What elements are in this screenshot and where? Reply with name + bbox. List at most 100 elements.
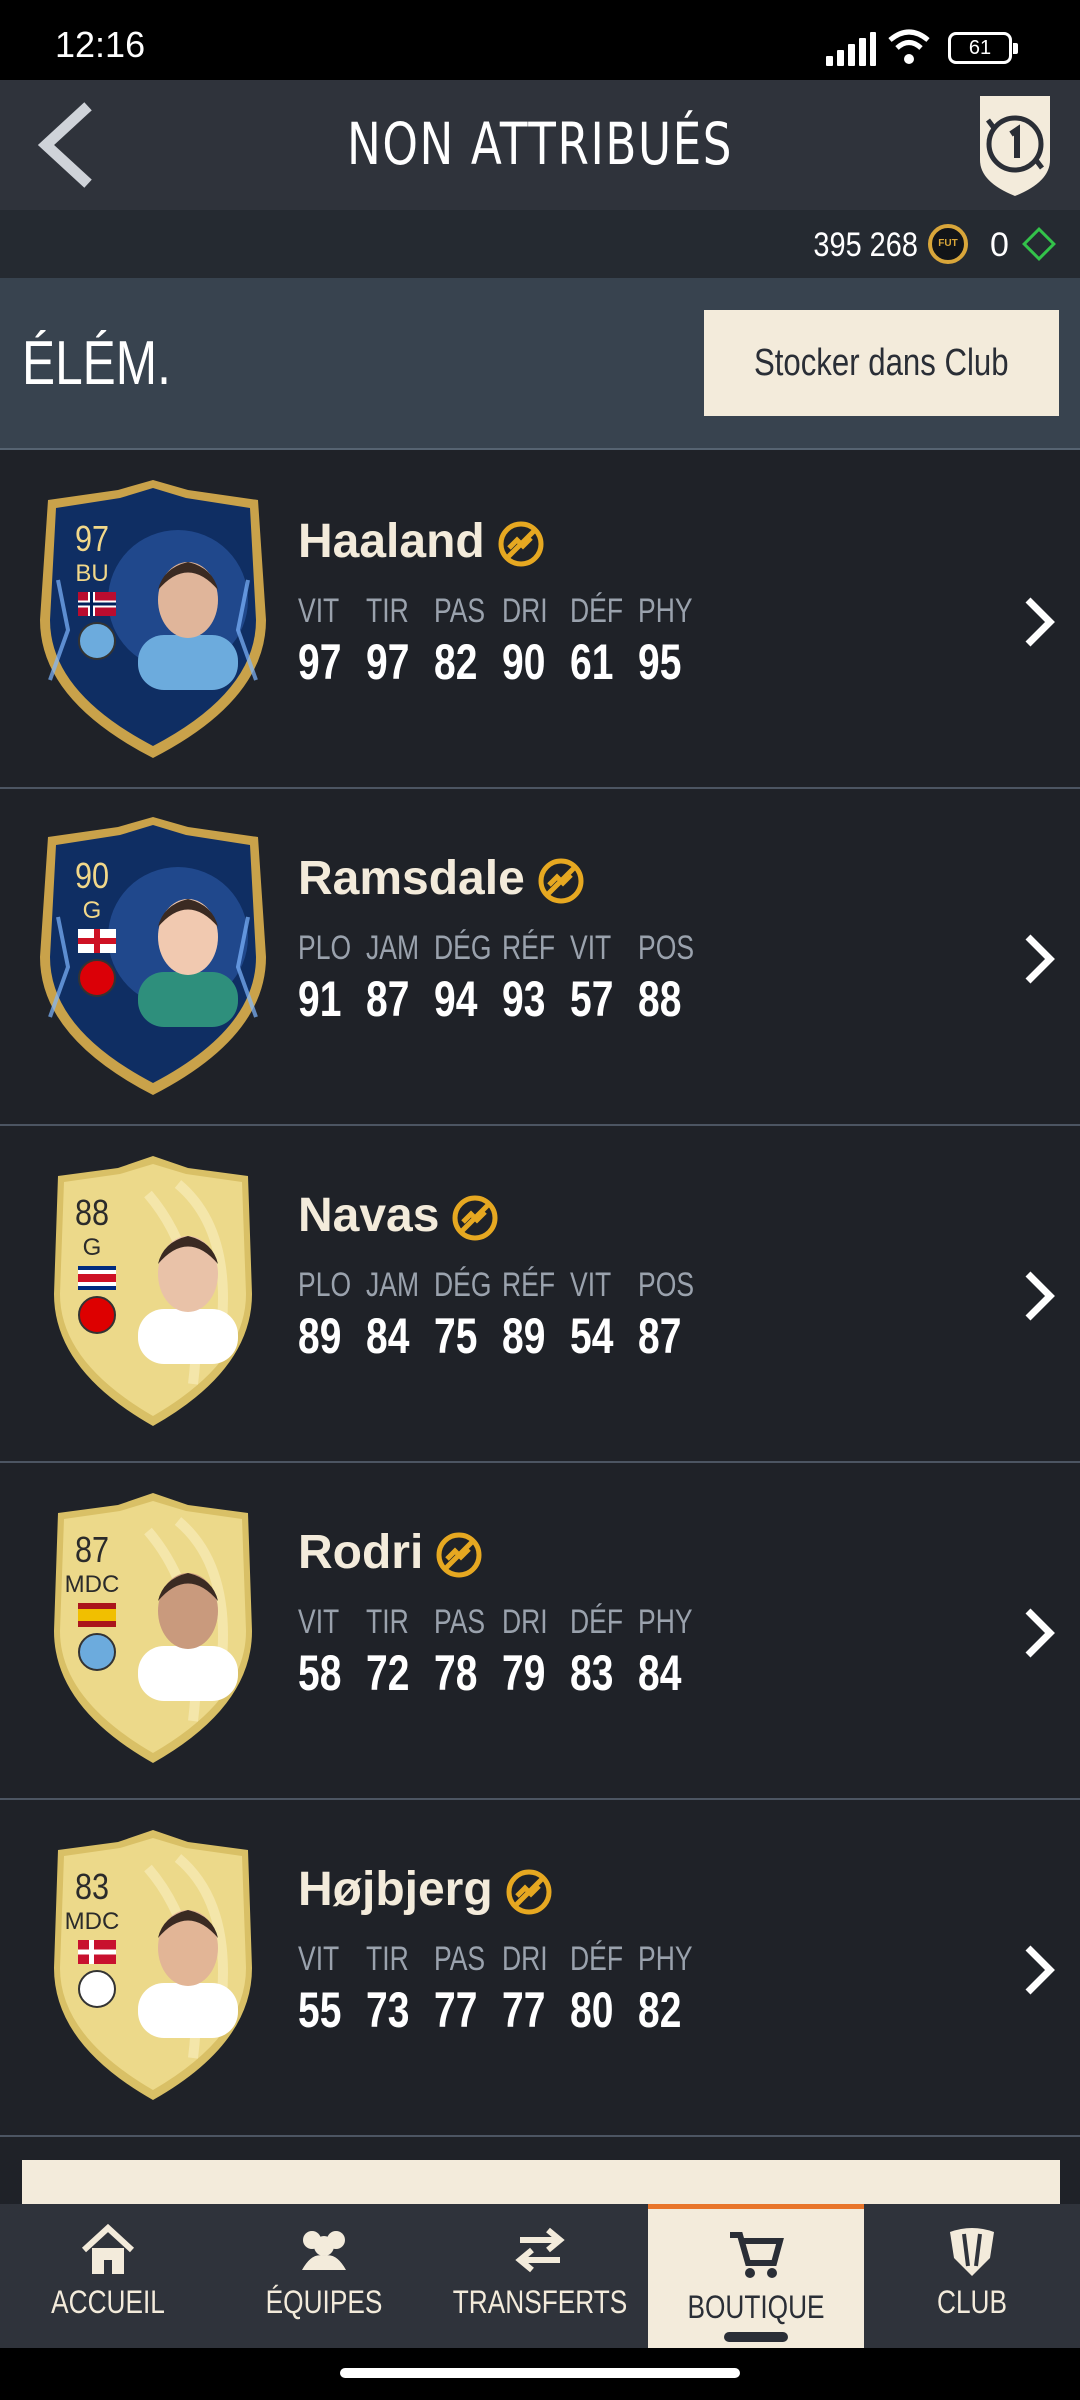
stat-value: 58	[298, 1645, 342, 1701]
player-card[interactable]: 87 MDC	[28, 1491, 278, 1769]
player-row[interactable]: 90 G Ramsdale PLO 91 JAM 87 DÉG 94 RÉF 9…	[0, 789, 1080, 1126]
store-in-club-button[interactable]: Stocker dans Club	[704, 310, 1059, 416]
stat-label: PLO	[298, 929, 352, 967]
stat-value: 95	[638, 634, 682, 690]
stat-déf: DÉF 83	[570, 1603, 638, 1702]
stat-label: VIT	[298, 592, 340, 630]
denmark-flag-icon	[78, 1940, 116, 1964]
chevron-right-icon[interactable]	[1018, 592, 1058, 652]
signal-icon	[826, 32, 876, 66]
nav-boutique[interactable]: BOUTIQUE	[648, 2204, 864, 2348]
player-row[interactable]: 88 G Navas PLO 89 JAM 84 DÉG 75 RÉF 89 V…	[0, 1126, 1080, 1463]
nav-label: BOUTIQUE	[687, 2289, 825, 2325]
back-arrow-icon[interactable]	[30, 102, 110, 188]
player-photo	[138, 1236, 238, 1364]
stat-pos: POS 88	[638, 929, 706, 1028]
player-row[interactable]: 97 BU Haaland VIT 97 TIR 97 PAS 82 DRI 9…	[0, 452, 1080, 789]
stat-value: 84	[366, 1308, 410, 1364]
stat-label: DRI	[502, 1940, 548, 1978]
stat-phy: PHY 95	[638, 592, 706, 691]
stat-label: JAM	[366, 1266, 420, 1304]
stat-value: 88	[638, 971, 682, 1027]
stat-jam: JAM 84	[366, 1266, 434, 1365]
stat-label: VIT	[298, 1603, 340, 1641]
player-name-line: Haaland	[298, 514, 545, 569]
stat-label: DÉF	[570, 1940, 624, 1978]
stat-déf: DÉF 80	[570, 1940, 638, 2039]
objectives-badge-icon[interactable]	[970, 90, 1060, 200]
stat-label: DÉG	[434, 929, 492, 967]
player-name-line: Rodri	[298, 1525, 483, 1580]
chevron-right-icon[interactable]	[1018, 1603, 1058, 1663]
stat-pas: PAS 77	[434, 1940, 502, 2039]
man-city-crest-icon	[78, 1633, 116, 1671]
stat-value: 87	[638, 1308, 682, 1364]
club-icon	[942, 2222, 1002, 2278]
team-icon	[294, 2222, 354, 2278]
nav-label: ACCUEIL	[51, 2284, 165, 2320]
page-title: NON ATTRIBUÉS	[346, 110, 734, 178]
card-rating: 90	[74, 855, 110, 896]
stat-vit: VIT 97	[298, 592, 366, 691]
stat-label: VIT	[570, 1266, 612, 1304]
stat-label: DRI	[502, 1603, 548, 1641]
player-name: Navas	[298, 1189, 440, 1242]
stat-vit: VIT 57	[570, 929, 638, 1028]
stat-value: 79	[502, 1645, 546, 1701]
player-row[interactable]: 87 MDC Rodri VIT 58 TIR 72 PAS 78 DRI 79…	[0, 1463, 1080, 1800]
chevron-right-icon[interactable]	[1018, 1940, 1058, 2000]
stat-label: DRI	[502, 592, 548, 630]
stat-label: RÉF	[502, 929, 556, 967]
stat-vit: VIT 55	[298, 1940, 366, 2039]
stat-label: PHY	[638, 1603, 693, 1641]
player-stats: VIT 55 TIR 73 PAS 77 DRI 77 DÉF 80 PHY 8…	[298, 1940, 706, 2039]
stat-value: 77	[502, 1982, 546, 2038]
card-rating: 87	[74, 1529, 110, 1570]
untradeable-icon	[506, 1869, 552, 1915]
bottom-nav: ACCUEIL ÉQUIPES TRANSFERTS BOUTIQUE CLUB	[0, 2204, 1080, 2348]
stat-phy: PHY 84	[638, 1603, 706, 1702]
stat-value: 89	[502, 1308, 546, 1364]
stat-value: 77	[434, 1982, 478, 2038]
nav-club[interactable]: CLUB	[864, 2204, 1080, 2348]
player-name: Rodri	[298, 1526, 424, 1579]
stat-dri: DRI 79	[502, 1603, 570, 1702]
player-row[interactable]: 83 MDC Højbjerg VIT 55 TIR 73 PAS 77 DRI…	[0, 1800, 1080, 2137]
card-position: BU	[75, 560, 109, 587]
player-card[interactable]: 83 MDC	[28, 1828, 278, 2106]
coins-balance: 395 268	[813, 226, 918, 264]
stat-label: PAS	[434, 1603, 486, 1641]
card-position: G	[82, 897, 102, 924]
nav-accueil[interactable]: ACCUEIL	[0, 2204, 216, 2348]
player-card[interactable]: 97 BU	[28, 480, 278, 758]
card-rating: 83	[74, 1866, 110, 1907]
fut-coin-icon: FUT	[928, 224, 968, 264]
stat-déf: DÉF 61	[570, 592, 638, 691]
stat-value: 89	[298, 1308, 342, 1364]
stat-value: 91	[298, 971, 342, 1027]
points-diamond-icon	[1022, 227, 1056, 261]
stat-plo: PLO 89	[298, 1266, 366, 1365]
stat-dri: DRI 77	[502, 1940, 570, 2039]
stat-label: PAS	[434, 1940, 486, 1978]
nav-transferts[interactable]: TRANSFERTS	[432, 2204, 648, 2348]
stat-value: 97	[298, 634, 342, 690]
stat-réf: RÉF 93	[502, 929, 570, 1028]
stat-pas: PAS 82	[434, 592, 502, 691]
stat-value: 82	[434, 634, 478, 690]
chevron-right-icon[interactable]	[1018, 1266, 1058, 1326]
card-position: MDC	[64, 1908, 120, 1935]
stat-value: 87	[366, 971, 410, 1027]
player-photo	[138, 1573, 238, 1701]
player-card[interactable]: 88 G	[28, 1154, 278, 1432]
nav-équipes[interactable]: ÉQUIPES	[216, 2204, 432, 2348]
stat-label: VIT	[570, 929, 612, 967]
nottingham-forest-crest-icon	[78, 1296, 116, 1334]
cart-icon	[726, 2227, 786, 2283]
home-icon	[78, 2222, 138, 2278]
player-card[interactable]: 90 G	[28, 817, 278, 1095]
stat-phy: PHY 82	[638, 1940, 706, 2039]
chevron-right-icon[interactable]	[1018, 929, 1058, 989]
tottenham-crest-icon	[78, 1970, 116, 2008]
gesture-bar	[0, 2348, 1080, 2400]
